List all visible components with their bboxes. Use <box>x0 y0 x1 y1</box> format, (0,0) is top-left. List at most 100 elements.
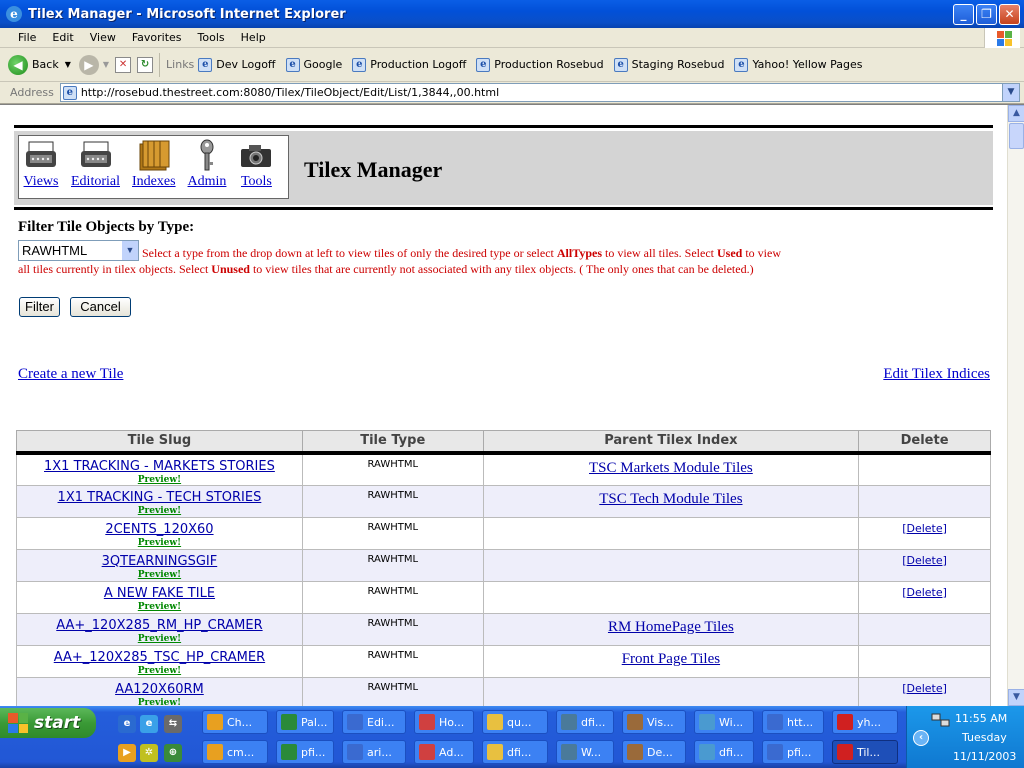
taskbar-button[interactable]: ari... <box>342 740 406 764</box>
menu-favorites[interactable]: Favorites <box>124 31 190 44</box>
tool-editorial-link[interactable]: Editorial <box>71 174 120 190</box>
menu-edit[interactable]: Edit <box>44 31 81 44</box>
tile-slug-link[interactable]: AA+_120X285_RM_HP_CRAMER <box>17 618 302 633</box>
maximize-button[interactable]: ❐ <box>976 3 997 25</box>
header-parent-index[interactable]: Parent Tilex Index <box>482 430 860 455</box>
taskbar-button[interactable]: Ho... <box>414 710 474 734</box>
parent-index-link[interactable]: RM HomePage Tiles <box>608 619 734 636</box>
taskbar-button[interactable]: qu... <box>482 710 548 734</box>
quicklaunch-browser-icon[interactable]: e <box>140 715 158 733</box>
tool-indexes[interactable]: Indexes <box>132 136 176 190</box>
parent-index-link[interactable]: Front Page Tiles <box>622 651 720 668</box>
back-dropdown-icon[interactable]: ▼ <box>65 60 71 69</box>
taskbar-button[interactable]: yh... <box>832 710 898 734</box>
edit-indices-link[interactable]: Edit Tilex Indices <box>883 366 990 383</box>
tool-admin-link[interactable]: Admin <box>188 174 227 190</box>
preview-link[interactable]: Preview! <box>17 698 302 707</box>
create-tile-link[interactable]: Create a new Tile <box>18 366 123 383</box>
preview-link[interactable]: Preview! <box>17 634 302 644</box>
start-button[interactable]: start <box>0 708 96 738</box>
tool-views-link[interactable]: Views <box>24 174 59 190</box>
tile-slug-link[interactable]: 3QTEARNINGSGIF <box>17 554 302 569</box>
preview-link[interactable]: Preview! <box>17 538 302 548</box>
quicklaunch-ie-icon[interactable]: e <box>118 715 136 733</box>
forward-dropdown-icon[interactable]: ▼ <box>103 60 109 69</box>
tool-tools[interactable]: Tools <box>238 136 274 190</box>
tool-views[interactable]: Views <box>23 136 59 190</box>
taskbar-button[interactable]: Ch... <box>202 710 268 734</box>
address-dropdown-icon[interactable]: ▼ <box>1002 84 1019 101</box>
tile-slug-link[interactable]: 1X1 TRACKING - TECH STORIES <box>17 490 302 505</box>
parent-index-link[interactable]: TSC Tech Module Tiles <box>599 491 742 508</box>
tile-slug-link[interactable]: 2CENTS_120X60 <box>17 522 302 537</box>
menu-file[interactable]: File <box>10 31 44 44</box>
scroll-thumb[interactable] <box>1009 123 1024 149</box>
delete-link[interactable]: [Delete] <box>902 682 947 695</box>
preview-link[interactable]: Preview! <box>17 475 302 485</box>
preview-link[interactable]: Preview! <box>17 602 302 612</box>
cancel-button[interactable]: Cancel <box>70 297 131 317</box>
type-select[interactable]: RAWHTML ▼ <box>18 240 139 261</box>
network-icon[interactable] <box>931 712 951 728</box>
minimize-button[interactable]: _ <box>953 3 974 25</box>
link-production-logoff[interactable]: e Production Logoff <box>352 57 466 72</box>
chevron-down-icon[interactable]: ▼ <box>122 241 138 260</box>
link-staging-rosebud[interactable]: e Staging Rosebud <box>613 57 724 72</box>
tool-editorial[interactable]: Editorial <box>71 136 120 190</box>
quicklaunch-app-icon[interactable]: ⊕ <box>164 744 182 762</box>
close-button[interactable]: ✕ <box>999 3 1020 25</box>
filter-button[interactable]: Filter <box>19 297 60 317</box>
preview-link[interactable]: Preview! <box>17 506 302 516</box>
link-production-rosebud[interactable]: e Production Rosebud <box>476 57 604 72</box>
taskbar-button[interactable]: dfi... <box>482 740 548 764</box>
tray-clock[interactable]: 11:55 AM <box>955 712 1007 725</box>
stop-icon[interactable]: ✕ <box>115 56 132 73</box>
preview-link[interactable]: Preview! <box>17 666 302 676</box>
parent-index-link[interactable]: TSC Markets Module Tiles <box>589 460 753 477</box>
tile-slug-link[interactable]: AA+_120X285_TSC_HP_CRAMER <box>17 650 302 665</box>
taskbar-button[interactable]: htt... <box>762 710 824 734</box>
taskbar-button[interactable]: W... <box>556 740 614 764</box>
quicklaunch-network-icon[interactable]: ⇆ <box>164 715 182 733</box>
delete-link[interactable]: [Delete] <box>902 586 947 599</box>
header-tile-type[interactable]: Tile Type <box>301 430 484 455</box>
taskbar-button[interactable]: pfi... <box>276 740 334 764</box>
forward-button[interactable]: ▶ ▼ <box>78 54 109 75</box>
menu-help[interactable]: Help <box>233 31 274 44</box>
address-input[interactable]: e http://rosebud.thestreet.com:8080/Tile… <box>59 83 1020 102</box>
preview-link[interactable]: Preview! <box>17 570 302 580</box>
taskbar-button[interactable]: De... <box>622 740 686 764</box>
tool-admin[interactable]: Admin <box>188 136 227 190</box>
tile-slug-link[interactable]: 1X1 TRACKING - MARKETS STORIES <box>17 459 302 474</box>
quicklaunch-star-icon[interactable]: ✲ <box>140 744 158 762</box>
tool-tools-link[interactable]: Tools <box>241 174 272 190</box>
taskbar-button[interactable]: Pal... <box>276 710 334 734</box>
taskbar-button[interactable]: pfi... <box>762 740 824 764</box>
tool-indexes-link[interactable]: Indexes <box>132 174 176 190</box>
delete-link[interactable]: [Delete] <box>902 522 947 535</box>
quicklaunch-media-icon[interactable]: ▶ <box>118 744 136 762</box>
taskbar-button[interactable]: Ad... <box>414 740 474 764</box>
menu-view[interactable]: View <box>82 31 124 44</box>
link-yahoo-yellow-pages[interactable]: e Yahoo! Yellow Pages <box>734 57 862 72</box>
link-dev-logoff[interactable]: e Dev Logoff <box>198 57 276 72</box>
taskbar-button[interactable]: Vis... <box>622 710 686 734</box>
tile-slug-link[interactable]: A NEW FAKE TILE <box>17 586 302 601</box>
taskbar-button[interactable]: Edi... <box>342 710 406 734</box>
delete-link[interactable]: [Delete] <box>902 554 947 567</box>
header-delete[interactable]: Delete <box>858 430 991 455</box>
scroll-down-icon[interactable]: ▼ <box>1008 689 1024 706</box>
window-titlebar[interactable]: e Tilex Manager - Microsoft Internet Exp… <box>0 0 1024 28</box>
scroll-up-icon[interactable]: ▲ <box>1008 105 1024 122</box>
taskbar-button[interactable]: dfi... <box>556 710 614 734</box>
tile-slug-link[interactable]: AA120X60RM <box>17 682 302 697</box>
link-google[interactable]: e Google <box>285 57 342 72</box>
taskbar-button[interactable]: cm... <box>202 740 268 764</box>
refresh-icon[interactable]: ↻ <box>137 56 154 73</box>
tray-expand-icon[interactable]: ‹ <box>913 730 929 746</box>
header-tile-slug[interactable]: Tile Slug <box>16 430 303 455</box>
taskbar-button[interactable]: Wi... <box>694 710 754 734</box>
menu-tools[interactable]: Tools <box>190 31 233 44</box>
taskbar-button[interactable]: Til... <box>832 740 898 764</box>
back-button[interactable]: ◀ Back ▼ <box>8 54 71 75</box>
